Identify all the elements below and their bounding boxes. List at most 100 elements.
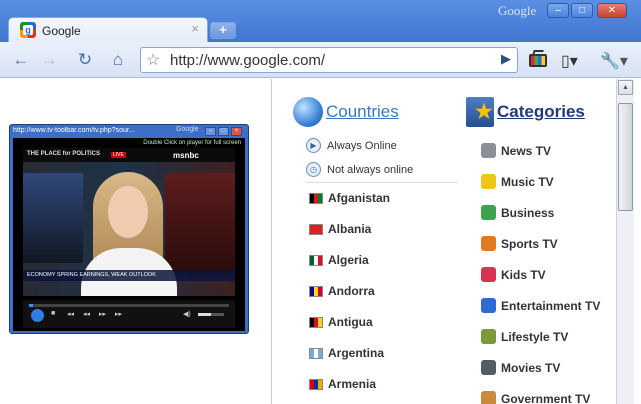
playback-progress-bar[interactable] — [29, 304, 229, 307]
country-item[interactable]: Afganistan — [309, 191, 390, 205]
country-item[interactable]: Andorra — [309, 284, 375, 298]
volume-slider[interactable] — [198, 313, 224, 316]
flag-icon — [309, 285, 323, 297]
options-divider — [306, 182, 458, 183]
google-favicon-icon: g — [20, 22, 36, 38]
flag-icon — [309, 223, 323, 235]
category-label: Lifestyle TV — [501, 329, 569, 344]
category-label: News TV — [501, 143, 552, 158]
movies-tv-icon — [481, 360, 496, 375]
rewind-icon[interactable]: ◂◂ — [83, 310, 90, 318]
tv-player-window[interactable]: http://www.tv-toolbar.com/tv.php?sour...… — [9, 124, 249, 334]
wrench-icon[interactable]: 🔧▾ — [600, 51, 630, 71]
option-label: Not always online — [327, 163, 414, 176]
category-item[interactable]: Lifestyle TV — [481, 329, 568, 344]
clock-icon: ◷ — [306, 162, 321, 177]
player-close-button[interactable]: × — [231, 127, 242, 136]
address-bar[interactable]: ☆ ▶ — [140, 47, 518, 73]
globe-icon — [293, 97, 323, 127]
scroll-thumb[interactable] — [618, 103, 633, 211]
back-icon[interactable]: ← — [8, 47, 34, 73]
category-item[interactable]: News TV — [481, 143, 551, 158]
player-window-brand: Google — [176, 126, 199, 133]
player-controls: ■ ◂◂ ◂◂ ▸▸ ▸▸ ◀) — [23, 300, 235, 328]
countries-title[interactable]: Countries — [326, 102, 399, 122]
country-item[interactable]: Argentina — [309, 346, 384, 360]
player-maximize-button[interactable]: □ — [218, 127, 229, 136]
volume-icon[interactable]: ◀) — [183, 310, 191, 318]
country-label: Albania — [328, 222, 372, 236]
category-item[interactable]: Movies TV — [481, 360, 560, 375]
category-label: Entertainment TV — [501, 298, 601, 313]
fast-forward-icon[interactable]: ▸▸ — [99, 310, 106, 318]
always-online-option[interactable]: ▶ Always Online — [306, 138, 397, 153]
country-item[interactable]: Armenia — [309, 377, 376, 391]
country-label: Algeria — [328, 253, 369, 267]
business-icon — [481, 205, 496, 220]
news-ticker: ECONOMY SPRING EARNINGS, WEAK OUTLOOK — [23, 270, 235, 281]
flag-icon — [309, 378, 323, 390]
categories-heading[interactable]: ★ Categories — [466, 97, 585, 127]
page-menu-icon[interactable]: ▯▾ — [561, 51, 587, 71]
player-minimize-button[interactable]: – — [205, 127, 216, 136]
entertainment-tv-icon — [481, 298, 496, 313]
category-label: Government TV — [501, 391, 591, 404]
bookmark-star-icon[interactable]: ☆ — [146, 50, 160, 70]
maximize-button[interactable]: □ — [571, 3, 593, 18]
countries-heading[interactable]: Countries — [293, 97, 399, 127]
country-label: Armenia — [328, 377, 377, 391]
sports-tv-icon — [481, 236, 496, 251]
country-label: Andorra — [328, 284, 375, 298]
go-icon[interactable]: ▶ — [501, 51, 511, 67]
category-item[interactable]: Kids TV — [481, 267, 546, 282]
category-item[interactable]: Business — [481, 205, 554, 220]
kids-tv-icon — [481, 267, 496, 282]
country-item[interactable]: Albania — [309, 222, 371, 236]
government-tv-icon — [481, 391, 496, 404]
category-item[interactable]: Entertainment TV — [481, 298, 600, 313]
player-body[interactable]: Double Click on player for full screen T… — [13, 138, 245, 331]
flag-icon — [309, 254, 323, 266]
reload-icon[interactable]: ↻ — [72, 47, 98, 73]
category-label: Business — [501, 205, 555, 220]
player-hint: Double Click on player for full screen — [143, 140, 241, 146]
categories-title[interactable]: Categories — [497, 102, 585, 122]
minimize-button[interactable]: – — [547, 3, 569, 18]
video-frame[interactable]: THE PLACE for POLITICS LIVE msnbc ECONOM… — [23, 148, 235, 296]
country-item[interactable]: Antigua — [309, 315, 373, 329]
stop-icon[interactable]: ■ — [51, 310, 55, 317]
close-window-button[interactable]: ✕ — [597, 3, 627, 18]
browser-toolbar: ← → ↻ ⌂ ☆ ▶ ▯▾ 🔧▾ — [0, 42, 641, 78]
country-label: Afganistan — [328, 191, 391, 205]
new-tab-button[interactable]: + — [210, 22, 236, 39]
tab-close-icon[interactable]: × — [191, 21, 199, 36]
network-logo: msnbc — [173, 151, 199, 160]
window-titlebar: Google – □ ✕ g Google × + — [0, 0, 641, 42]
previous-icon[interactable]: ◂◂ — [67, 310, 74, 318]
play-icon[interactable] — [31, 309, 44, 322]
tab-google[interactable]: g Google × — [8, 17, 208, 42]
category-item[interactable]: Music TV — [481, 174, 554, 189]
category-label: Kids TV — [501, 267, 546, 282]
url-input[interactable] — [170, 51, 490, 70]
home-icon[interactable]: ⌂ — [105, 47, 131, 73]
category-item[interactable]: Sports TV — [481, 236, 558, 251]
window-brand: Google — [498, 3, 537, 18]
tv-toolbar-icon[interactable] — [527, 50, 549, 70]
music-tv-icon — [481, 174, 496, 189]
country-item[interactable]: Algeria — [309, 253, 369, 267]
flag-icon — [309, 192, 323, 204]
news-tv-icon — [481, 143, 496, 158]
scroll-up-icon[interactable]: ▲ — [618, 80, 633, 95]
panel-scrollbar[interactable]: ▲ — [616, 79, 634, 404]
not-always-online-option[interactable]: ◷ Not always online — [306, 162, 413, 177]
next-icon[interactable]: ▸▸ — [115, 310, 122, 318]
category-label: Music TV — [501, 174, 554, 189]
category-item[interactable]: Government TV — [481, 391, 590, 404]
live-badge: LIVE — [111, 152, 126, 158]
forward-icon[interactable]: → — [36, 47, 62, 73]
category-label: Sports TV — [501, 236, 558, 251]
category-label: Movies TV — [501, 360, 561, 375]
categories-star-icon: ★ — [466, 97, 494, 127]
flag-icon — [309, 316, 323, 328]
